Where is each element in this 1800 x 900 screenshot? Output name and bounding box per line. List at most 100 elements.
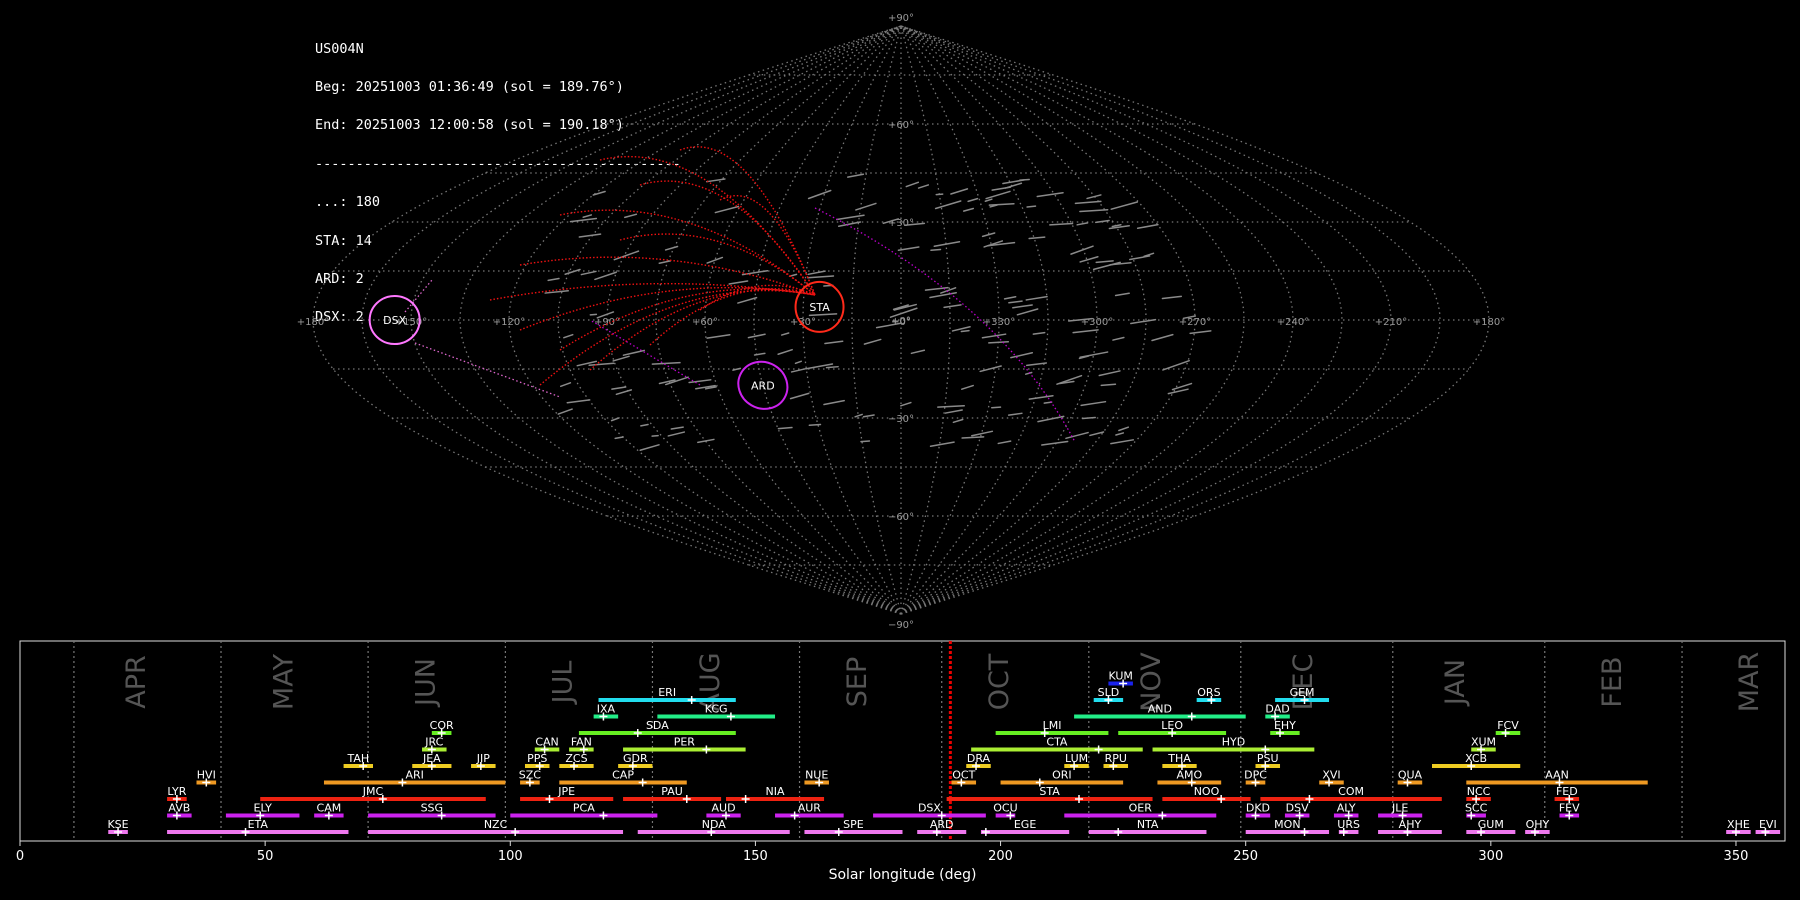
shower-ixa: IXA [593,703,619,721]
shower-label: NDA [702,818,727,831]
shower-ocu: OCU [993,802,1018,820]
meteor-trail [1074,200,1102,205]
meteor-trail [1115,432,1125,436]
shower-label: CAN [535,736,558,749]
x-tick-label: 200 [988,849,1013,864]
meteor-trail [1003,295,1017,300]
shower-can: CAN [534,736,560,754]
meteor-trail [981,333,1007,339]
meteor-trail [1109,262,1132,266]
shower-label: JRC [424,736,443,749]
meteor-trail [862,414,875,418]
shower-fan: FAN [569,736,594,754]
x-tick-label: 50 [257,849,274,864]
shower-label: KCG [705,703,728,716]
shower-scc: SCC [1465,802,1488,820]
meteor-trail [640,423,649,427]
shower-label: PAU [661,785,683,798]
shower-rpu: RPU [1103,752,1129,770]
radiant-label-ard: ARD [751,379,775,392]
shower-qua: QUA [1397,769,1423,787]
shower-dra: DRA [966,752,991,770]
shower-label: ALY [1337,802,1356,815]
shower-label: OER [1129,802,1153,815]
shower-psu: PSU [1255,752,1281,770]
sta-meteors [489,146,816,386]
shower-dkd: DKD [1245,802,1271,820]
meteor-trail [714,205,740,214]
sta-meteor-trail [599,155,816,296]
x-tick-label: 0 [16,849,24,864]
meteor-trail [611,386,627,390]
meteor-trail [824,340,844,345]
shower-label: URS [1337,818,1360,831]
sta-meteor-trail [719,195,816,296]
meteor-trail [594,271,617,281]
shower-tah: TAH [343,752,373,770]
month-label: OCT [984,653,1015,710]
shower-label: JIP [476,752,490,765]
shower-evi: EVI [1755,818,1781,836]
meteor-trail [639,444,660,451]
shower-label: XVI [1322,769,1340,782]
shower-label: JMC [362,785,384,798]
shower-label: EHY [1274,719,1296,732]
meteor-trail [990,406,1002,409]
shower-kum: KUM [1108,670,1133,688]
dsx-meteors [404,279,561,398]
sporadic-meteors [544,173,1212,451]
shower-label: QUA [1398,769,1423,782]
meteor-trail [1037,415,1065,423]
shower-hvi: HVI [196,769,217,787]
shower-label: GUM [1478,818,1504,831]
meteor-trail [930,248,942,252]
shower-label: ARD [930,818,954,831]
meteor-trail [1112,336,1125,341]
shower-oct: OCT [951,769,977,787]
lon-label: +180° [297,317,329,328]
meteor-trail [1007,412,1023,416]
meteor-trail [835,214,865,221]
shower-cor: COR [430,719,454,737]
lat-label: +30° [888,218,914,229]
meteor-trail [905,181,920,188]
meteor-trail [1189,330,1212,335]
meteor-trail [1049,222,1074,226]
lat-label: −90° [888,620,914,630]
shower-label: COM [1338,785,1364,798]
shower-avb: AVB [167,802,192,820]
meteor-trail [1028,236,1046,240]
shower-aly: ALY [1333,802,1359,820]
meteor-trail [547,277,560,282]
shower-label: AUR [798,802,822,815]
shower-label: NCC [1467,785,1491,798]
meteor-trail [651,361,681,365]
meteor-trail [944,409,963,414]
meteor-trail [1171,382,1193,391]
shower-label: IXA [597,703,616,716]
shower-label: EGE [1014,818,1036,831]
meteor-trail [1070,245,1094,255]
shower-label: THA [1167,752,1191,765]
meteor-trail [559,382,572,388]
meteor-trail [1016,308,1039,316]
shower-label: OHY [1526,818,1550,831]
meteor-trail [1080,400,1107,407]
shower-label: DSX [918,802,941,815]
meteor-trail [780,332,790,336]
shower-label: LYR [167,785,186,798]
shower-xum: XUM [1471,736,1496,754]
shower-label: AND [1148,703,1172,716]
meteor-trail [863,338,882,345]
meteor-trail [808,313,838,317]
meteor-trail [985,190,1011,200]
meteor-trail [706,256,724,264]
meteor-trail [1079,255,1099,263]
meteor-trail [588,362,615,366]
shower-label: PSU [1257,752,1279,765]
meteor-trail [664,245,679,251]
meteor-trail [807,189,832,200]
shower-label: XUM [1471,736,1496,749]
meteor-trail [612,355,630,362]
shower-cam: CAM [314,802,344,820]
